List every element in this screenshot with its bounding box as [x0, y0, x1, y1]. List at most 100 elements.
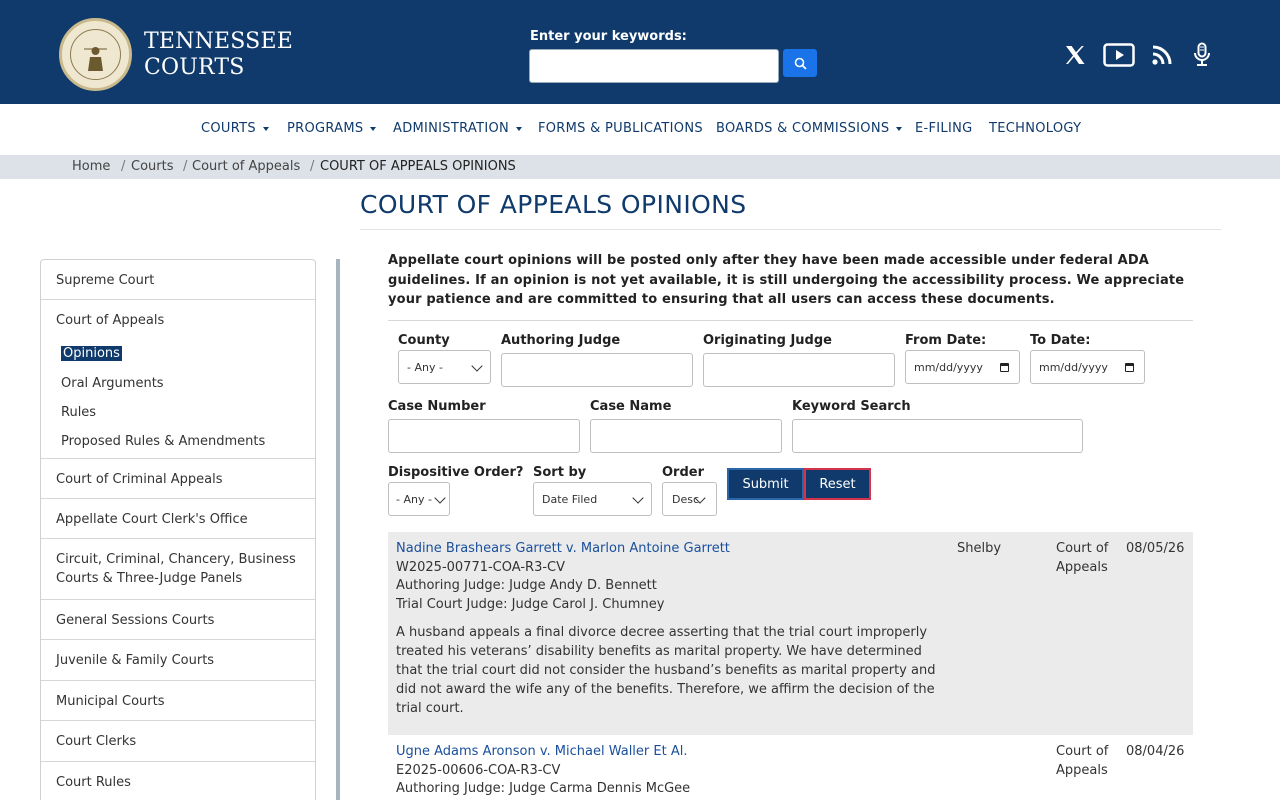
sidebar-item-court-clerks[interactable]: Court Clerks: [56, 732, 136, 751]
nav-forms-publications[interactable]: FORMS & PUBLICATIONS: [538, 121, 703, 136]
sidebar-subitem-proposed-rules[interactable]: Proposed Rules & Amendments: [61, 434, 265, 449]
result-date: 08/05/26: [1126, 541, 1185, 556]
tennessee-judiciary-seal-logo[interactable]: [59, 18, 132, 91]
result-county: Shelby: [957, 541, 1002, 556]
sidebar-divider: [41, 680, 315, 681]
chevron-down-icon: [471, 360, 483, 372]
sort-by-select[interactable]: Date Filed: [533, 482, 652, 516]
breadcrumb-current: COURT OF APPEALS OPINIONS: [320, 159, 516, 174]
sidebar-divider: [41, 639, 315, 640]
submit-button[interactable]: Submit: [727, 468, 804, 500]
sidebar-item-appellate-clerk[interactable]: Appellate Court Clerk's Office: [56, 510, 248, 529]
x-icon[interactable]: [1062, 38, 1088, 72]
from-date-input[interactable]: mm/dd/yyyy: [905, 350, 1020, 384]
search-input[interactable]: [529, 49, 779, 83]
breadcrumb-separator: /: [310, 159, 315, 174]
dispositive-order-label: Dispositive Order?: [388, 465, 524, 480]
case-name-input[interactable]: [590, 419, 782, 453]
sidebar-item-municipal[interactable]: Municipal Courts: [56, 692, 165, 711]
chevron-down-icon: [896, 126, 903, 131]
nav-programs[interactable]: PROGRAMS: [287, 121, 377, 136]
reset-button[interactable]: Reset: [804, 468, 871, 500]
result-trial-judge: Trial Court Judge: Judge Carol J. Chumne…: [396, 597, 665, 612]
calendar-icon[interactable]: [1125, 363, 1134, 372]
keyword-search-label: Keyword Search: [792, 399, 911, 414]
sidebar-subitem-oral-arguments[interactable]: Oral Arguments: [61, 376, 164, 391]
search-button[interactable]: [783, 49, 817, 77]
calendar-icon[interactable]: [1000, 363, 1009, 372]
breadcrumb: Home / Courts / Court of Appeals / COURT…: [0, 155, 1280, 179]
from-date-placeholder: mm/dd/yyyy: [914, 360, 983, 374]
case-number-label: Case Number: [388, 399, 486, 414]
content-divider-bar: [336, 259, 340, 800]
to-date-label: To Date:: [1030, 333, 1091, 348]
nav-administration[interactable]: ADMINISTRATION: [393, 121, 523, 136]
result-authoring-judge: Authoring Judge: Judge Carma Dennis McGe…: [396, 781, 691, 796]
result-authoring-judge: Authoring Judge: Judge Andy D. Bennett: [396, 578, 657, 593]
sort-by-label: Sort by: [533, 465, 587, 480]
search-icon: [794, 57, 807, 70]
county-select[interactable]: - Any -: [398, 350, 491, 384]
youtube-icon[interactable]: [1102, 38, 1136, 72]
brand-line-2: COURTS: [144, 55, 245, 80]
sidebar-item-trial-courts[interactable]: Circuit, Criminal, Chancery, Business Co…: [56, 550, 306, 588]
sidebar-item-court-of-criminal-appeals[interactable]: Court of Criminal Appeals: [56, 470, 223, 489]
main-nav: COURTS PROGRAMS ADMINISTRATION FORMS & P…: [0, 104, 1280, 155]
notice-divider: [388, 320, 1193, 321]
nav-programs-label: PROGRAMS: [287, 121, 364, 136]
sidebar-divider: [41, 599, 315, 600]
nav-courts[interactable]: COURTS: [201, 121, 269, 136]
originating-judge-label: Originating Judge: [703, 333, 832, 348]
nav-forms-label: FORMS & PUBLICATIONS: [538, 121, 703, 136]
breadcrumb-home[interactable]: Home: [72, 159, 110, 174]
result-row: Nadine Brashears Garrett v. Marlon Antoi…: [388, 532, 1193, 735]
case-number-input[interactable]: [388, 419, 580, 453]
dispositive-order-value: - Any -: [396, 492, 432, 506]
result-summary: A husband appeals a final divorce decree…: [396, 625, 936, 716]
seal-figure-icon: [84, 47, 107, 71]
result-title-link[interactable]: Nadine Brashears Garrett v. Marlon Antoi…: [396, 541, 730, 556]
rss-icon[interactable]: [1150, 38, 1174, 72]
podcast-mic-icon[interactable]: [1190, 38, 1214, 72]
site-header: TENNESSEE COURTS Enter your keywords:: [0, 0, 1280, 104]
sidebar-divider: [41, 299, 315, 300]
authoring-judge-input[interactable]: [501, 353, 693, 387]
originating-judge-input[interactable]: [703, 353, 895, 387]
chevron-down-icon: [632, 492, 644, 504]
result-title-link[interactable]: Ugne Adams Aronson v. Michael Waller Et …: [396, 744, 687, 759]
breadcrumb-separator: /: [121, 159, 126, 174]
sidebar-subitem-opinions[interactable]: Opinions: [61, 346, 122, 361]
chevron-down-icon: [516, 126, 523, 131]
order-select[interactable]: Desc: [662, 482, 717, 516]
title-divider: [360, 229, 1221, 230]
sidebar-item-supreme-court[interactable]: Supreme Court: [56, 271, 154, 290]
dispositive-order-select[interactable]: - Any -: [388, 482, 450, 516]
result-court: Court of Appeals: [1056, 541, 1109, 575]
breadcrumb-court-of-appeals[interactable]: Court of Appeals: [192, 159, 300, 174]
nav-e-filing[interactable]: E-FILING: [915, 121, 973, 136]
keyword-search-input[interactable]: [792, 419, 1083, 453]
sort-by-value: Date Filed: [542, 492, 598, 506]
page-title: COURT OF APPEALS OPINIONS: [360, 190, 747, 219]
sidebar-divider: [41, 761, 315, 762]
result-court: Court of Appeals: [1056, 744, 1109, 778]
to-date-placeholder: mm/dd/yyyy: [1039, 360, 1108, 374]
from-date-label: From Date:: [905, 333, 987, 348]
nav-technology[interactable]: TECHNOLOGY: [989, 121, 1081, 136]
sidebar-subitem-rules[interactable]: Rules: [61, 405, 96, 420]
sidebar-item-juvenile-family[interactable]: Juvenile & Family Courts: [56, 651, 214, 670]
chevron-down-icon: [370, 126, 377, 131]
breadcrumb-courts[interactable]: Courts: [131, 159, 174, 174]
sidebar-item-general-sessions[interactable]: General Sessions Courts: [56, 611, 214, 630]
result-case-number: W2025-00771-COA-R3-CV: [396, 560, 566, 575]
to-date-input[interactable]: mm/dd/yyyy: [1030, 350, 1145, 384]
result-case-number: E2025-00606-COA-R3-CV: [396, 763, 561, 778]
sidebar-item-court-rules[interactable]: Court Rules: [56, 773, 131, 792]
brand-line-1: TENNESSEE: [144, 29, 293, 54]
nav-boards-commissions[interactable]: BOARDS & COMMISSIONS: [716, 121, 903, 136]
county-label: County: [398, 333, 450, 348]
site-brand[interactable]: TENNESSEE COURTS: [144, 29, 293, 81]
search-label: Enter your keywords:: [530, 29, 687, 44]
breadcrumb-separator: /: [183, 159, 188, 174]
sidebar-item-court-of-appeals[interactable]: Court of Appeals: [56, 311, 164, 330]
